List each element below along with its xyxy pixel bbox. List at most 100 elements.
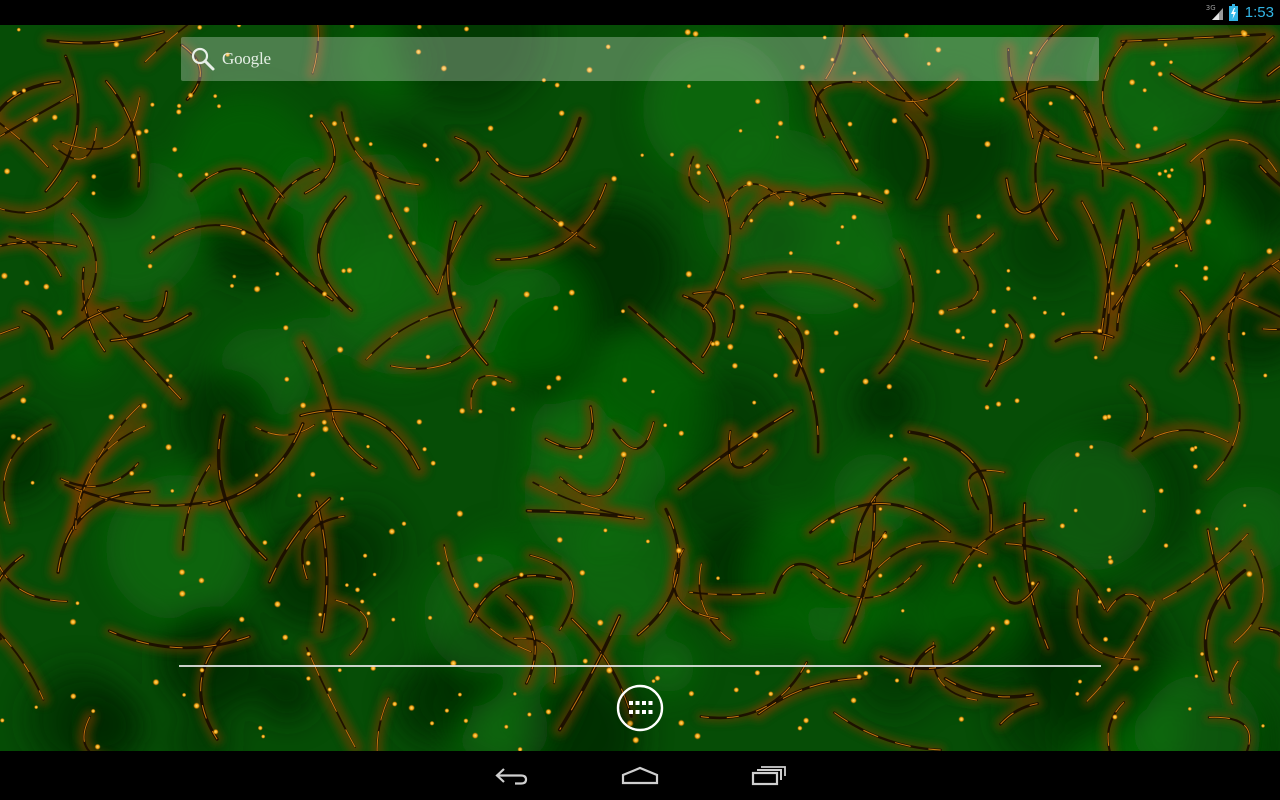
wallpaper-dot [1101, 414, 1109, 421]
wallpaper-dot [1145, 261, 1152, 268]
wallpaper-dot [56, 309, 64, 317]
wallpaper-dot [309, 471, 316, 478]
wallpaper-dot [805, 668, 811, 675]
wallpaper-dot [1240, 30, 1249, 38]
wallpaper-dot [684, 28, 692, 36]
wallpaper-dot [829, 518, 836, 525]
wallpaper-dot [177, 172, 184, 179]
wallpaper-dot [693, 732, 702, 740]
google-search-bar[interactable]: Google [181, 37, 1099, 81]
wallpaper-dot [387, 233, 394, 240]
wallpaper-dot [710, 341, 716, 347]
wallpaper-dot [1074, 691, 1080, 697]
wallpaper-dot [1032, 295, 1038, 301]
wallpaper-art [0, 25, 1280, 751]
wallpaper-dot [107, 413, 115, 421]
wallpaper-dot [321, 419, 328, 426]
wallpaper-dot [1163, 542, 1169, 549]
wallpaper-dot [331, 120, 338, 127]
wallpaper-dot [632, 736, 640, 744]
wallpaper-dot [150, 234, 156, 240]
wallpaper-dot [1028, 332, 1037, 340]
wallpaper-dot [1209, 355, 1216, 362]
wallpaper-dot [886, 383, 893, 390]
wallpaper-dot [296, 492, 302, 499]
wallpaper-dot [198, 577, 205, 584]
wallpaper-dot [193, 702, 201, 710]
wallpaper-dot [374, 193, 382, 202]
wallpaper-dot [772, 372, 779, 379]
wallpaper-dot [1204, 218, 1213, 226]
wallpaper-dot [1199, 651, 1205, 657]
wallpaper-dot [554, 82, 561, 89]
wallpaper-dot [170, 488, 175, 494]
wallpaper-dot [31, 116, 39, 124]
wallpaper-dot [340, 268, 347, 274]
wallpaper-dot [346, 267, 353, 274]
wallpaper-dot [775, 134, 780, 140]
wallpaper-dot [487, 124, 494, 132]
wallpaper-dot [175, 108, 182, 116]
search-icon[interactable] [190, 46, 216, 72]
wallpaper-dot [23, 279, 31, 287]
wallpaper-dot [850, 214, 858, 221]
wallpaper-dot [388, 527, 396, 536]
signal-indicator: 3G [1205, 3, 1224, 21]
wallpaper-dot [977, 562, 983, 569]
wallpaper-dot [1107, 555, 1113, 560]
wallpaper-dot [678, 430, 685, 437]
wallpaper-dot [1260, 723, 1266, 729]
wallpaper-dot [416, 418, 423, 426]
wallpaper-dot [69, 692, 77, 700]
wallpaper-dot [1003, 322, 1010, 329]
wallpaper-dot [1093, 355, 1099, 360]
wallpaper-dot [788, 250, 794, 256]
wallpaper-dot [1242, 503, 1247, 508]
wallpaper-dot [1132, 664, 1140, 673]
wallpaper-dot [456, 509, 464, 518]
wallpaper-dot [527, 614, 535, 621]
hotseat-divider [179, 665, 1101, 667]
wallpaper-dot [503, 724, 509, 730]
back-button[interactable] [472, 759, 552, 793]
wallpaper-dot [1111, 714, 1118, 720]
wallpaper-dot [321, 291, 328, 297]
wallpaper-dot [998, 96, 1006, 103]
wallpaper-dot [178, 589, 187, 598]
wallpaper-dot [1074, 451, 1081, 458]
wallpaper-dot [888, 433, 894, 439]
all-apps-icon [616, 684, 664, 732]
wallpaper-dot [835, 240, 841, 246]
wallpaper-dot [1128, 78, 1136, 86]
wallpaper-dot [1014, 397, 1021, 404]
wallpaper-dot [187, 92, 194, 99]
all-apps-button[interactable] [616, 684, 664, 732]
wallpaper-dot [359, 598, 365, 605]
wallpaper-dot [852, 302, 860, 309]
wallpaper-dot [305, 560, 312, 567]
wallpaper-dot [451, 290, 457, 297]
wallpaper-dot [738, 303, 746, 310]
wallpaper-dot [1030, 580, 1036, 586]
wallpaper-dot [411, 240, 417, 246]
wallpaper-dot [975, 213, 982, 220]
wallpaper-dot [861, 377, 870, 386]
home-button[interactable] [600, 759, 680, 793]
wallpaper-dot [171, 146, 178, 153]
wallpaper-dot [1069, 94, 1076, 101]
wallpaper-dot [937, 308, 946, 316]
network-type-label: 3G [1205, 3, 1216, 12]
wallpaper-dot [436, 561, 441, 566]
wallpaper-dot [94, 743, 101, 750]
wallpaper-dot [662, 422, 668, 428]
wallpaper-dot [902, 456, 908, 463]
wallpaper-dot [987, 342, 994, 349]
wallpaper-dot [344, 582, 350, 588]
wallpaper-dot [408, 704, 416, 712]
wallpaper-dot [336, 345, 345, 354]
wallpaper-dot [457, 692, 463, 697]
home-icon [621, 766, 659, 785]
wallpaper-dot [164, 443, 173, 451]
wallpaper-dot [1177, 217, 1183, 224]
recent-apps-button[interactable] [729, 759, 809, 793]
